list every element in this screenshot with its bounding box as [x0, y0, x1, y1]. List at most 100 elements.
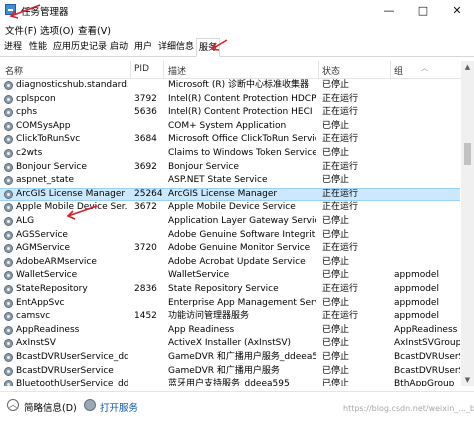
- service-gear-icon: [4, 162, 13, 172]
- service-name: cplspcon: [16, 93, 56, 104]
- table-row[interactable]: aspnet_state ASP.NET State Service 已停止: [0, 174, 460, 188]
- column-name[interactable]: 名称: [5, 64, 23, 77]
- service-name: AxInstSV: [16, 338, 56, 349]
- table-row[interactable]: Apple Mobile Device Ser... 3672 Apple Mobi…: [0, 201, 460, 215]
- service-name: camsvc: [16, 311, 51, 322]
- service-gear-icon: [4, 81, 13, 90]
- table-row[interactable]: diagnosticshub.standard... Microsoft (R) …: [0, 79, 460, 93]
- service-status: 正在运行: [322, 188, 359, 199]
- tab-details[interactable]: 详细信息: [156, 40, 196, 55]
- service-gear-icon: [4, 176, 13, 186]
- service-group: appmodel: [394, 297, 439, 308]
- service-gear-icon: [4, 203, 13, 213]
- service-status: 已停止: [322, 365, 350, 376]
- column-divider[interactable]: [163, 61, 164, 78]
- menu-bar: 文件(F) 选项(O) 查看(V): [0, 21, 474, 37]
- service-description: ASP.NET State Service: [168, 175, 268, 186]
- service-gear-icon: [4, 244, 13, 254]
- service-status: 正在运行: [322, 107, 359, 118]
- table-row[interactable]: WalletService WalletService 已停止 appmodel: [0, 269, 460, 283]
- sort-up-icon: ︿: [421, 64, 428, 72]
- service-description: Intel(R) Content Protection HDCP ...: [168, 93, 316, 104]
- column-pid[interactable]: PID: [134, 64, 149, 74]
- service-pid: 3692: [134, 161, 157, 172]
- service-gear-icon: [4, 380, 13, 386]
- scroll-up-icon[interactable]: ▲: [461, 61, 474, 73]
- watermark: https://blog.csdn.net/weixin_..._bea...: [343, 404, 474, 413]
- chevron-up-icon[interactable]: ︿: [7, 399, 19, 411]
- table-row[interactable]: camsvc 1452 功能访问管理器服务 正在运行 appmodel: [0, 310, 460, 324]
- service-name: Apple Mobile Device Ser...: [16, 202, 128, 213]
- table-row[interactable]: ClickToRunSvc 3684 Microsoft Office ClickT…: [0, 133, 460, 147]
- service-status: 正在运行: [322, 311, 359, 322]
- service-name: AGMService: [16, 243, 70, 254]
- column-divider[interactable]: [390, 61, 391, 78]
- service-description: Enterprise App Management Serv...: [168, 297, 316, 308]
- service-gear-icon: [4, 189, 13, 199]
- service-name: AdobeARMservice: [16, 256, 97, 267]
- table-row[interactable]: BcastDVRUserService GameDVR 和广播用户服务 已停止 Bca…: [0, 365, 460, 379]
- table-row[interactable]: AdobeARMservice Adobe Acrobat Update Serv…: [0, 256, 460, 270]
- column-divider[interactable]: [318, 61, 319, 78]
- service-group: BcastDVRUserS...: [394, 352, 460, 362]
- service-status: 已停止: [322, 338, 350, 349]
- table-row[interactable]: ArcGIS License Manager 25264 ArcGIS Licens…: [0, 187, 460, 202]
- scroll-down-icon[interactable]: ▼: [461, 374, 474, 386]
- tab-startup[interactable]: 启动: [108, 40, 130, 55]
- column-status[interactable]: 状态: [322, 64, 340, 77]
- maximize-button[interactable]: □: [406, 0, 440, 21]
- close-button[interactable]: ✕: [440, 0, 474, 21]
- menu-file[interactable]: 文件(F): [5, 23, 37, 37]
- service-name: ClickToRunSvc: [16, 134, 81, 145]
- open-services-link[interactable]: 打开服务: [100, 400, 138, 414]
- menu-view[interactable]: 查看(V): [78, 23, 111, 37]
- table-row[interactable]: BluetoothUserService_dd... 蓝牙用户支持服务_ddeea…: [0, 378, 460, 386]
- menu-options[interactable]: 选项(O): [40, 23, 74, 37]
- service-gear-icon: [4, 339, 13, 349]
- service-status: 正在运行: [322, 93, 359, 104]
- service-name: StateRepository: [16, 284, 88, 294]
- service-description: ArcGIS License Manager: [168, 188, 278, 199]
- scrollbar-thumb[interactable]: [464, 143, 471, 165]
- service-description: App Readiness: [168, 324, 235, 335]
- table-row[interactable]: COMSysApp COM+ System Application 已停止: [0, 120, 460, 134]
- service-pid: 25264: [134, 188, 162, 199]
- column-description[interactable]: 描述: [168, 64, 186, 77]
- column-group[interactable]: 组: [394, 64, 403, 77]
- table-row[interactable]: ALG Application Layer Gateway Service 已停止: [0, 215, 460, 229]
- service-description: Claims to Windows Token Service: [168, 148, 316, 158]
- service-status: 已停止: [322, 216, 350, 226]
- tab-services[interactable]: 服务: [196, 38, 221, 57]
- service-description: WalletService: [168, 270, 230, 281]
- table-row[interactable]: AGSService Adobe Genuine Software Integri…: [0, 229, 460, 243]
- service-description: Microsoft (R) 诊断中心标准收集器: [168, 80, 309, 90]
- tab-app-history[interactable]: 应用历史记录: [51, 40, 109, 55]
- table-row[interactable]: cphs 5636 Intel(R) Content Protection HECI…: [0, 106, 460, 120]
- table-row[interactable]: AppReadiness App Readiness 已停止 AppReadiness: [0, 324, 460, 338]
- service-description: Adobe Acrobat Update Service: [168, 256, 306, 267]
- tab-bar: 进程 性能 应用历史记录 启动 用户 详细信息 服务: [0, 37, 474, 57]
- table-row[interactable]: Bonjour Service 3692 Bonjour Service 正在运行: [0, 161, 460, 175]
- table-row[interactable]: cplspcon 3792 Intel(R) Content Protection …: [0, 93, 460, 107]
- tab-performance[interactable]: 性能: [27, 40, 49, 55]
- service-gear-icon: [4, 108, 13, 118]
- minimize-button[interactable]: —: [372, 0, 406, 21]
- brief-info-link[interactable]: 简略信息(D): [24, 400, 77, 414]
- tab-processes[interactable]: 进程: [2, 40, 24, 55]
- service-gear-icon: [4, 353, 13, 362]
- table-row[interactable]: EntAppSvc Enterprise App Management Serv.…: [0, 297, 460, 311]
- service-name: COMSysApp: [16, 120, 71, 131]
- table-row[interactable]: AGMService 3720 Adobe Genuine Monitor Serv…: [0, 242, 460, 256]
- service-pid: 3684: [134, 134, 157, 145]
- service-status: 已停止: [322, 352, 350, 362]
- table-row[interactable]: c2wts Claims to Windows Token Service 已停止: [0, 147, 460, 161]
- table-row[interactable]: StateRepository 2836 State Repository Serv…: [0, 283, 460, 297]
- vertical-scrollbar[interactable]: ▲ ▼: [461, 61, 474, 386]
- column-divider[interactable]: [130, 61, 131, 78]
- service-gear-icon: [4, 366, 13, 376]
- title-bar: 任务管理器 — □ ✕: [0, 0, 474, 21]
- service-name: c2wts: [16, 148, 43, 158]
- tab-users[interactable]: 用户: [132, 40, 154, 55]
- table-row[interactable]: AxInstSV ActiveX Installer (AxInstSV) 已停止 A…: [0, 337, 460, 351]
- table-row[interactable]: BcastDVRUserService_dd... GameDVR 和广播用户服务…: [0, 351, 460, 365]
